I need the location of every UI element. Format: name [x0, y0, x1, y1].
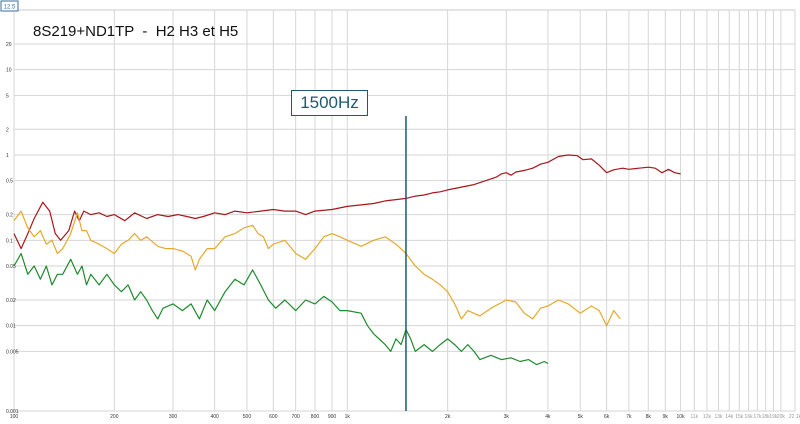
x-tick-label: 3k — [504, 414, 510, 420]
y-tick-label: 0.5 — [6, 179, 13, 185]
y-tick-label: 1 — [6, 153, 9, 159]
x-tick-label: 600 — [269, 414, 278, 420]
x-tick-label: 6k — [604, 414, 610, 420]
x-tick-label: 10k — [677, 414, 686, 420]
x-tick-label: 17k — [753, 414, 762, 420]
y-tick-label: 0.1 — [6, 238, 13, 244]
x-tick-label: 300 — [169, 414, 178, 420]
x-tick-label: 900 — [328, 414, 337, 420]
x-tick-label: 15k — [735, 414, 744, 420]
x-tick-label: 4k — [545, 414, 551, 420]
x-tick-label: 500 — [243, 414, 252, 420]
y-tick-label: 0.005 — [6, 349, 19, 355]
chart-frame: 100 200 300 400 500 600 700 800 900 1k 2k 3k 4k 5k 6k 7… — [0, 0, 800, 424]
x-tick-label: 20k — [777, 414, 786, 420]
x-tick-label: 22.1k — [789, 414, 800, 420]
x-tick-label: 400 — [210, 414, 219, 420]
chart-title: 8S219+ND1TP - H2 H3 et H5 — [33, 23, 239, 40]
x-tick-label: 12k — [703, 414, 712, 420]
y-tick-label: 10 — [6, 68, 12, 74]
x-tick-label: 5k — [578, 414, 584, 420]
frequency-marker-label: 1500Hz — [291, 90, 368, 116]
x-tick-label: 700 — [291, 414, 300, 420]
y-tick-label: 20 — [6, 42, 12, 48]
y-tick-label: 0.001 — [6, 409, 19, 415]
corner-label: 12.5 — [4, 5, 16, 11]
x-tick-label: 8k — [646, 414, 652, 420]
y-tick-label: 2 — [6, 127, 9, 133]
x-tick-label: 200 — [110, 414, 119, 420]
x-tick-label: 13k — [714, 414, 723, 420]
x-tick-label: 2k — [445, 414, 451, 420]
x-tick-label: 9k — [663, 414, 669, 420]
x-tick-label: 11k — [690, 414, 698, 420]
x-tick-label: 1k — [345, 414, 351, 420]
x-tick-label: 800 — [311, 414, 320, 420]
x-tick-label: 14k — [725, 414, 734, 420]
x-tick-label: 16k — [745, 414, 754, 420]
y-tick-label: 0.02 — [6, 298, 16, 304]
y-tick-label: 5 — [6, 93, 9, 99]
y-tick-label: 0.2 — [6, 213, 13, 219]
y-tick-label: 0.01 — [6, 324, 16, 330]
x-tick-label: 7k — [626, 414, 632, 420]
plot-area — [13, 9, 796, 412]
